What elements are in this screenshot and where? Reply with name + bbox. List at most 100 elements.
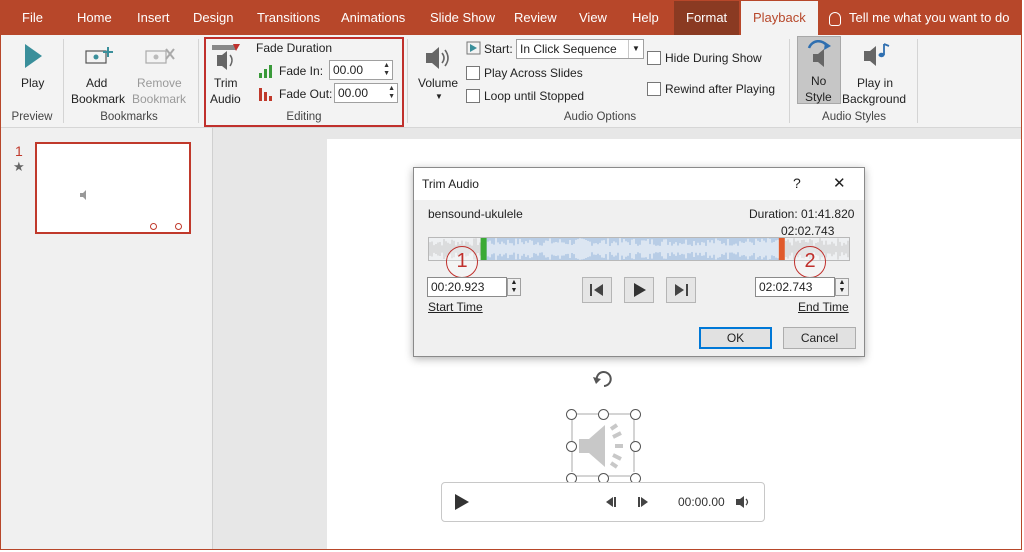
add-bookmark-button[interactable]: Add Bookmark [67, 39, 131, 106]
add-bookmark-label-2: Bookmark [71, 92, 126, 106]
play-across-slides-label: Play Across Slides [484, 66, 583, 80]
separator [198, 39, 199, 123]
tab-slide-show[interactable]: Slide Show [430, 1, 495, 35]
tab-review[interactable]: Review [514, 1, 557, 35]
previous-frame-icon [590, 284, 603, 296]
remove-bookmark-label-1: Remove [137, 76, 182, 90]
play-in-background-button[interactable]: Play in Background [841, 39, 909, 106]
lightbulb-icon [829, 11, 841, 26]
play-icon[interactable] [454, 493, 470, 511]
thumb-marker-icon [150, 223, 157, 230]
separator [789, 39, 790, 123]
tab-home[interactable]: Home [77, 1, 112, 35]
close-button[interactable]: ✕ [833, 174, 846, 192]
skip-forward-icon[interactable] [638, 496, 650, 508]
chevron-down-icon[interactable]: ▼ [628, 40, 643, 58]
player-time: 00:00.00 [678, 495, 725, 509]
waveform-track[interactable] [428, 237, 850, 261]
play-across-slides-checkbox[interactable] [466, 66, 480, 80]
remove-bookmark-icon [145, 48, 175, 64]
play-icon [25, 44, 42, 68]
play-button[interactable]: Play [11, 39, 55, 99]
end-time-label-text: End Time [798, 300, 849, 314]
group-audio-styles-label: Audio Styles [822, 111, 886, 123]
start-marker-handle [480, 238, 487, 260]
slide-thumbnail[interactable] [35, 142, 191, 234]
group-preview-label: Preview [11, 111, 53, 123]
tab-file[interactable]: File [22, 1, 43, 35]
skip-back-icon[interactable] [604, 496, 616, 508]
volume-icon[interactable] [735, 495, 751, 509]
start-time-value: 00:20.923 [431, 280, 485, 294]
tab-insert[interactable]: Insert [137, 1, 170, 35]
audio-speaker-icon [571, 413, 635, 477]
play-label: Play [21, 76, 45, 90]
end-time-value: 02:02.743 [759, 280, 813, 294]
no-style-button[interactable]: No Style [797, 36, 841, 104]
resize-handle[interactable] [566, 409, 577, 420]
tab-format[interactable]: Format [674, 1, 740, 35]
tab-help[interactable]: Help [632, 1, 659, 35]
play-in-background-icon [864, 43, 890, 66]
start-time-label-text: Start Time [428, 300, 483, 314]
tab-view[interactable]: View [579, 1, 607, 35]
no-style-label-1: No [811, 74, 827, 88]
end-marker-handle [778, 238, 785, 260]
loop-until-stopped-checkbox[interactable] [466, 89, 480, 103]
powerpoint-window: File Home Insert Design Transitions Anim… [0, 0, 1022, 550]
tab-design[interactable]: Design [193, 1, 233, 35]
no-style-label-2: Style [805, 90, 832, 104]
help-button[interactable]: ? [793, 175, 801, 191]
play-icon [634, 283, 646, 297]
tab-playback[interactable]: Playback [741, 1, 818, 35]
mini-speaker-icon [80, 190, 86, 200]
resize-handle[interactable] [630, 441, 641, 452]
chevron-down-icon: ▼ [435, 92, 443, 101]
volume-label: Volume [418, 76, 459, 90]
tell-me-search[interactable]: Tell me what you want to do [829, 1, 1009, 35]
start-dropdown-value: In Click Sequence [520, 42, 617, 56]
no-style-icon [807, 40, 831, 67]
play-in-background-label-1: Play in [857, 76, 894, 90]
start-dropdown[interactable]: In Click Sequence ▼ [516, 39, 644, 59]
editing-group-highlight [204, 37, 404, 127]
start-time-spinner[interactable]: ▲ ▼ [507, 278, 521, 296]
group-bookmarks-label: Bookmarks [100, 111, 158, 123]
volume-button[interactable]: Volume ▼ [415, 39, 463, 105]
resize-handle[interactable] [630, 409, 641, 420]
separator [917, 39, 918, 123]
play-preview-button[interactable] [624, 277, 654, 303]
thumb-marker-icon [175, 223, 182, 230]
resize-handle[interactable] [598, 409, 609, 420]
rewind-after-playing-checkbox[interactable] [647, 82, 661, 96]
cancel-button[interactable]: Cancel [783, 327, 856, 349]
hide-during-show-checkbox[interactable] [647, 51, 661, 65]
callout-1: 1 [446, 246, 478, 278]
end-time-spinner[interactable]: ▲ ▼ [835, 278, 849, 296]
tab-animations[interactable]: Animations [341, 1, 405, 35]
volume-icon [426, 47, 449, 69]
next-frame-icon [675, 284, 688, 296]
separator [407, 39, 408, 123]
audio-duration: Duration: 01:41.820 [749, 207, 855, 221]
start-time-input[interactable]: 00:20.923 [427, 277, 507, 297]
separator [63, 39, 64, 123]
next-frame-button[interactable] [666, 277, 696, 303]
end-marker-time: 02:02.743 [781, 224, 835, 238]
play-in-background-label-2: Background [842, 92, 907, 106]
ribbon: Play Preview Add Bookmark Remove Bookmar… [1, 35, 1021, 128]
group-audio-options-label: Audio Options [563, 111, 637, 123]
tab-transitions[interactable]: Transitions [257, 1, 320, 35]
resize-handle[interactable] [566, 441, 577, 452]
end-time-input[interactable]: 02:02.743 [755, 277, 835, 297]
animation-star-icon: ★ [13, 159, 25, 174]
ok-button[interactable]: OK [699, 327, 772, 349]
remove-bookmark-label-2: Bookmark [132, 92, 187, 106]
rotate-handle-icon[interactable] [591, 367, 617, 391]
start-icon [466, 41, 481, 55]
tell-me-label: Tell me what you want to do [849, 10, 1010, 25]
remove-bookmark-button[interactable]: Remove Bookmark [131, 39, 193, 106]
audio-selection-frame[interactable] [571, 413, 635, 477]
dialog-title: Trim Audio [422, 177, 479, 191]
previous-frame-button[interactable] [582, 277, 612, 303]
